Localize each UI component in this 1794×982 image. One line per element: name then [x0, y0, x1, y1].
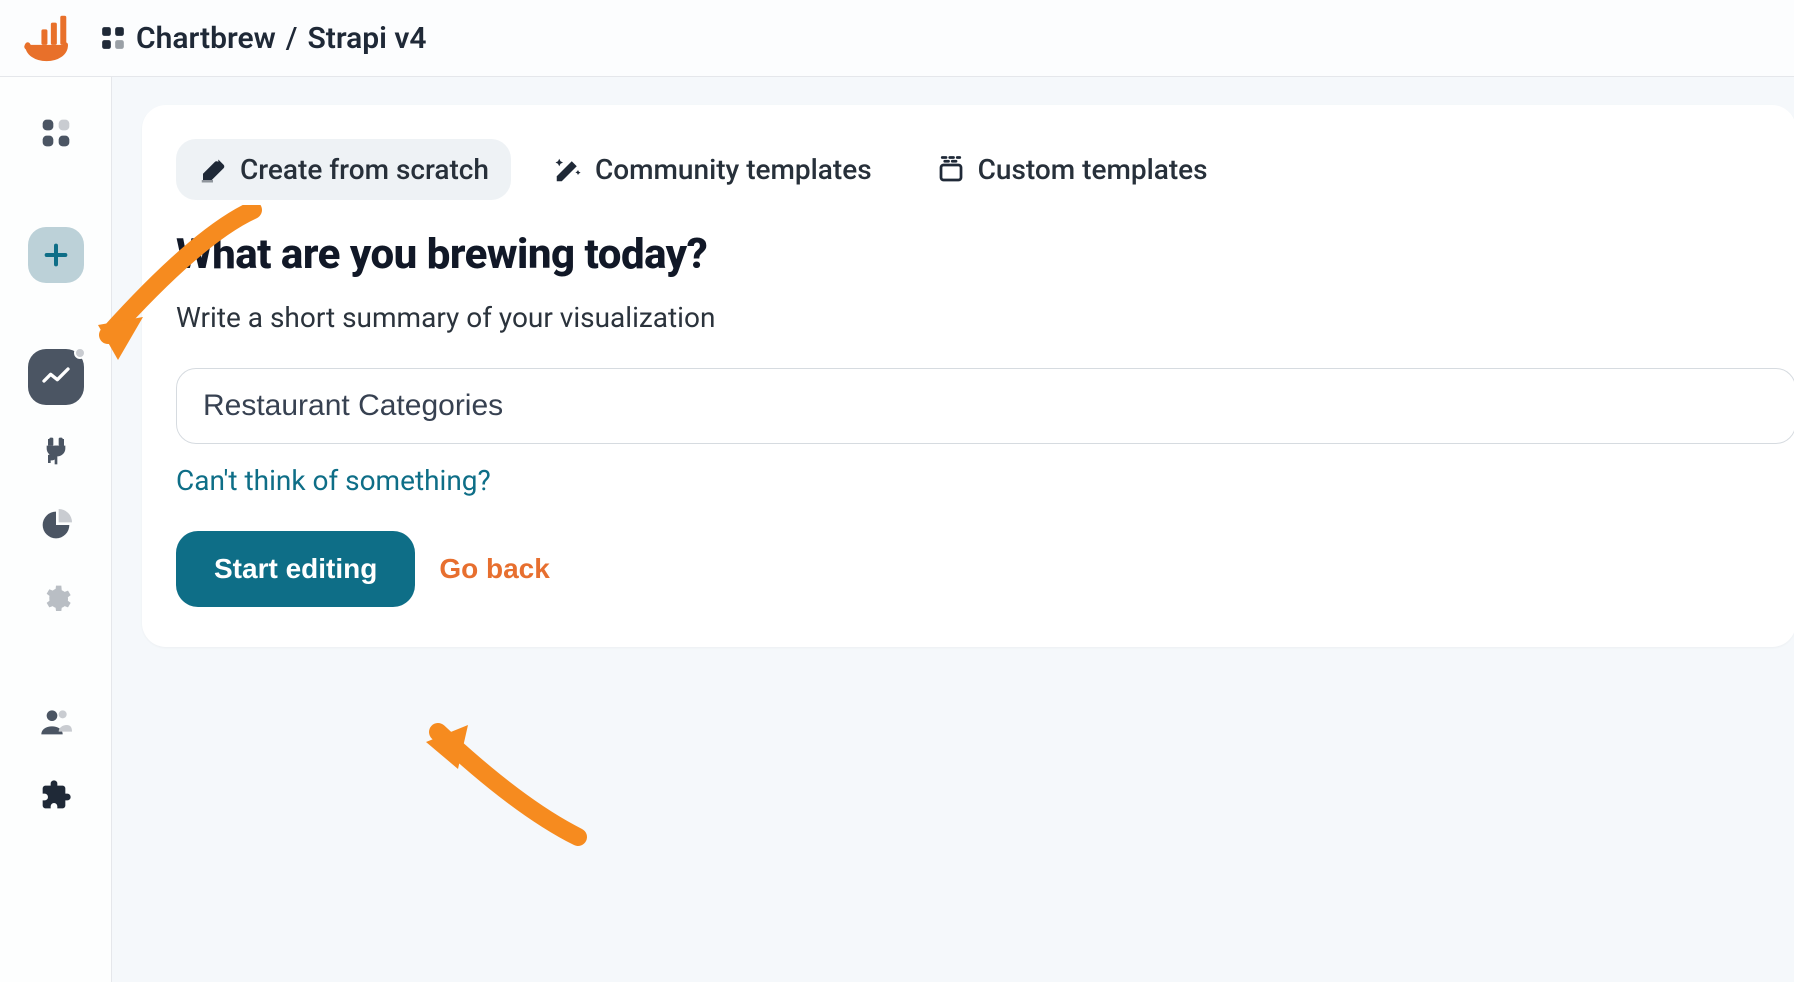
form-heading: What are you brewing today?	[176, 230, 1794, 279]
breadcrumb-app[interactable]: Chartbrew	[136, 21, 276, 56]
form-subheading: Write a short summary of your visualizat…	[176, 301, 1794, 334]
create-chart-card: Create from scratch Community templates	[142, 105, 1794, 647]
sidebar-item-charts[interactable]	[28, 497, 84, 553]
breadcrumb-separator: /	[286, 21, 298, 56]
main-content: Create from scratch Community templates	[112, 77, 1794, 982]
tab-label: Create from scratch	[240, 153, 489, 186]
chartbrew-logo	[22, 14, 78, 62]
analytics-badge-icon	[74, 347, 86, 359]
sidebar-item-plugins[interactable]	[28, 767, 84, 823]
tab-custom-templates[interactable]: Custom templates	[914, 139, 1230, 200]
tab-label: Community templates	[595, 153, 872, 186]
tab-community-templates[interactable]: Community templates	[531, 139, 894, 200]
tab-label: Custom templates	[978, 153, 1208, 186]
eraser-icon	[198, 155, 228, 185]
breadcrumb-grid-icon	[100, 25, 126, 51]
sidebar-item-dashboard[interactable]	[28, 105, 84, 161]
chart-name-input[interactable]	[176, 368, 1794, 444]
sidebar	[0, 77, 112, 982]
tab-create-from-scratch[interactable]: Create from scratch	[176, 139, 511, 200]
start-editing-button[interactable]: Start editing	[176, 531, 415, 607]
top-bar: Chartbrew / Strapi v4	[0, 0, 1794, 77]
form-actions: Start editing Go back	[176, 531, 1794, 607]
breadcrumb-project[interactable]: Strapi v4	[307, 21, 426, 56]
breadcrumb: Chartbrew / Strapi v4	[100, 21, 427, 56]
chart-mode-tabs: Create from scratch Community templates	[176, 139, 1794, 200]
hint-link[interactable]: Can't think of something?	[176, 464, 491, 497]
go-back-button[interactable]: Go back	[439, 553, 549, 585]
sidebar-item-users[interactable]	[28, 693, 84, 749]
sidebar-item-settings[interactable]	[28, 571, 84, 627]
sidebar-item-analytics[interactable]	[28, 349, 84, 405]
sidebar-item-add[interactable]	[28, 227, 84, 283]
sidebar-item-connections[interactable]	[28, 423, 84, 479]
wand-icon	[553, 155, 583, 185]
template-icon	[936, 155, 966, 185]
